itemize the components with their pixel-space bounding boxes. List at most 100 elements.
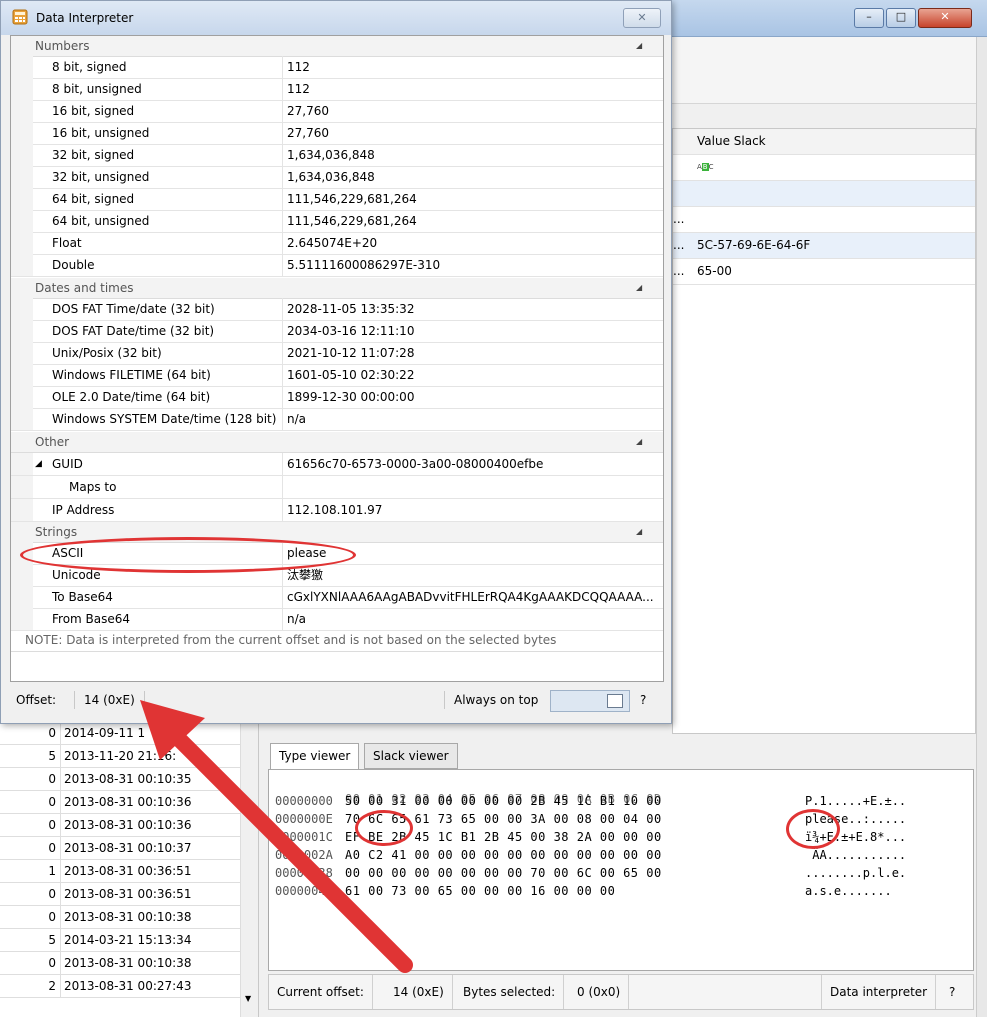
list-item-count: 5 [0,929,61,951]
dialog-close-button[interactable]: ✕ [623,8,661,28]
always-on-top-toggle[interactable] [550,690,630,712]
property-row[interactable]: DOS FAT Date/time (32 bit) 2034-03-16 12:… [11,320,663,343]
offset-value: 14 (0xE) [84,693,135,707]
property-row[interactable]: Unix/Posix (32 bit) 2021-10-12 11:07:28 [11,342,663,365]
minimize-button[interactable]: – [854,8,884,28]
list-item-date: 2013-08-31 00:10:38 [64,956,192,970]
collapse-triangle-icon[interactable]: ◢ [636,36,642,56]
list-item[interactable]: 0 2013-08-31 00:10:36 [0,791,240,814]
data-interpreter-button[interactable]: Data interpreter [821,975,937,1009]
dialog-help-button[interactable]: ? [640,685,646,715]
property-key: DOS FAT Time/date (32 bit) [52,302,215,316]
hex-ascii[interactable]: P.1.....+E.±.. [805,792,906,810]
property-row[interactable]: OLE 2.0 Date/time (64 bit) 1899-12-30 00:… [11,386,663,409]
scroll-down-icon[interactable]: ▼ [245,994,251,1003]
property-value: n/a [287,412,307,426]
hex-offset: 0000000E [275,812,333,826]
property-row[interactable]: 32 bit, unsigned 1,634,036,848 [11,166,663,189]
help-button[interactable]: ? [941,975,963,1009]
group-label: Strings [35,525,78,539]
file-list-scrollbar[interactable]: ▼ [240,722,258,1017]
property-row[interactable]: 8 bit, unsigned 112 [11,78,663,101]
property-value: 1,634,036,848 [287,148,375,162]
hex-ascii[interactable]: ÂA........... [805,846,906,864]
property-row-guid[interactable]: ◢ GUID 61656c70-6573-0000-3a00-08000400e… [11,453,663,476]
table-row[interactable]: ... [673,207,975,233]
list-item-count: 0 [0,837,61,859]
list-item[interactable]: 5 2014-03-21 15:13:34 [0,929,240,952]
property-key: 8 bit, unsigned [52,82,142,96]
property-row-ip-address[interactable]: IP Address 112.108.101.97 [11,499,663,522]
list-item-date: 2013-08-31 00:10:36 [64,818,192,832]
list-item[interactable]: 1 2013-08-31 00:36:51 [0,860,240,883]
table-cell-value-slack: 5C-57-69-6E-64-6F [697,238,811,252]
property-key: From Base64 [52,612,131,626]
property-key: 64 bit, unsigned [52,214,150,228]
property-key: OLE 2.0 Date/time (64 bit) [52,390,211,404]
list-item-count: 1 [0,860,61,882]
table-row[interactable]: ABC [673,155,975,181]
list-item[interactable]: 0 2014-09-11 1 [0,722,240,745]
property-row[interactable]: From Base64 n/a [11,608,663,631]
hex-bytes[interactable]: 00 00 00 00 00 00 00 00 70 00 6C 00 65 0… [345,864,662,882]
property-key: DOS FAT Date/time (32 bit) [52,324,215,338]
hex-bytes[interactable]: 61 00 73 00 65 00 00 00 16 00 00 00 [345,882,615,900]
tab-type-viewer[interactable]: Type viewer [270,743,360,770]
property-row[interactable]: 32 bit, signed 1,634,036,848 [11,144,663,167]
hex-bytes[interactable]: A0 C2 41 00 00 00 00 00 00 00 00 00 00 0… [345,846,662,864]
dialog-status-bar: Offset: 14 (0xE) Always on top ? [10,685,662,715]
group-label: Numbers [35,39,90,53]
property-row[interactable]: 64 bit, signed 111,546,229,681,264 [11,188,663,211]
list-item[interactable]: 0 2013-08-31 00:10:38 [0,906,240,929]
property-row[interactable]: Float 2.645074E+20 [11,232,663,255]
property-row[interactable]: 64 bit, unsigned 111,546,229,681,264 [11,210,663,233]
hex-offset: 00000000 [275,794,333,808]
collapse-triangle-icon[interactable]: ◢ [636,278,642,298]
property-row[interactable]: Windows FILETIME (64 bit) 1601-05-10 02:3… [11,364,663,387]
column-value-slack[interactable]: Value Slack [697,129,766,154]
table-column-header[interactable]: Value Slack [673,129,975,155]
list-item[interactable]: 0 2013-08-31 00:10:38 [0,952,240,975]
always-on-top-label: Always on top [454,693,539,707]
property-row[interactable]: 16 bit, unsigned 27,760 [11,122,663,145]
list-item[interactable]: 0 2013-08-31 00:10:35 [0,768,240,791]
expand-triangle-icon[interactable]: ◢ [35,453,42,475]
property-value: 111,546,229,681,264 [287,192,417,206]
list-item-date: 2013-11-20 21:16: [64,749,177,763]
collapse-triangle-icon[interactable]: ◢ [636,432,642,452]
hex-ascii[interactable]: ........p.l.e. [805,864,906,882]
property-row[interactable]: 16 bit, signed 27,760 [11,100,663,123]
list-item[interactable]: 0 2013-08-31 00:36:51 [0,883,240,906]
hex-ascii[interactable]: a.s.e....... [805,882,892,900]
property-row-maps-to[interactable]: Maps to [11,476,663,499]
property-value: 1899-12-30 00:00:00 [287,390,415,404]
list-item[interactable]: 0 2013-08-31 00:10:36 [0,814,240,837]
list-item-date: 2013-08-31 00:36:51 [64,887,192,901]
table-row[interactable]: ... 65-00 [673,259,975,285]
collapse-triangle-icon[interactable]: ◢ [636,522,642,542]
property-row[interactable]: DOS FAT Time/date (32 bit) 2028-11-05 13:… [11,298,663,321]
close-button[interactable]: ✕ [918,8,972,28]
property-row[interactable]: To Base64 cGxlYXNlAAA6AAgABADvvitFHLErRQA… [11,586,663,609]
table-cell-value-slack: 65-00 [697,264,732,278]
hex-view[interactable]: 00 01 02 03 04 05 06 07 08 09 0A 0B 0C 0… [268,769,974,971]
property-row[interactable]: Windows SYSTEM Date/time (128 bit) n/a [11,408,663,431]
list-item[interactable]: 2 2013-08-31 00:27:43 [0,975,240,998]
tab-slack-viewer[interactable]: Slack viewer [364,743,458,769]
group-dates-and-times[interactable]: Dates and times ◢ [11,278,663,299]
hex-column-header: 00 01 02 03 04 05 06 07 08 09 0A 0B 0C 0… [269,772,661,806]
group-other[interactable]: Other ◢ [11,432,663,453]
property-row[interactable]: 8 bit, signed 112 [11,56,663,79]
maximize-button[interactable]: □ [886,8,916,28]
hex-offset: 00000038 [275,866,333,880]
table-row[interactable] [673,181,975,207]
property-row[interactable]: Double 5.51111600086297E-310 [11,254,663,277]
hex-bytes[interactable]: 50 00 31 00 00 00 00 00 2B 45 1C B1 10 0… [345,792,662,810]
group-numbers[interactable]: Numbers ◢ [11,36,663,57]
main-scrollbar[interactable] [976,37,987,1017]
list-item[interactable]: 0 2013-08-31 00:10:37 [0,837,240,860]
table-row[interactable]: ... 5C-57-69-6E-64-6F [673,233,975,259]
dialog-titlebar[interactable]: Data Interpreter ✕ [1,1,671,35]
list-item[interactable]: 5 2013-11-20 21:16: [0,745,240,768]
list-item-count: 0 [0,952,61,974]
